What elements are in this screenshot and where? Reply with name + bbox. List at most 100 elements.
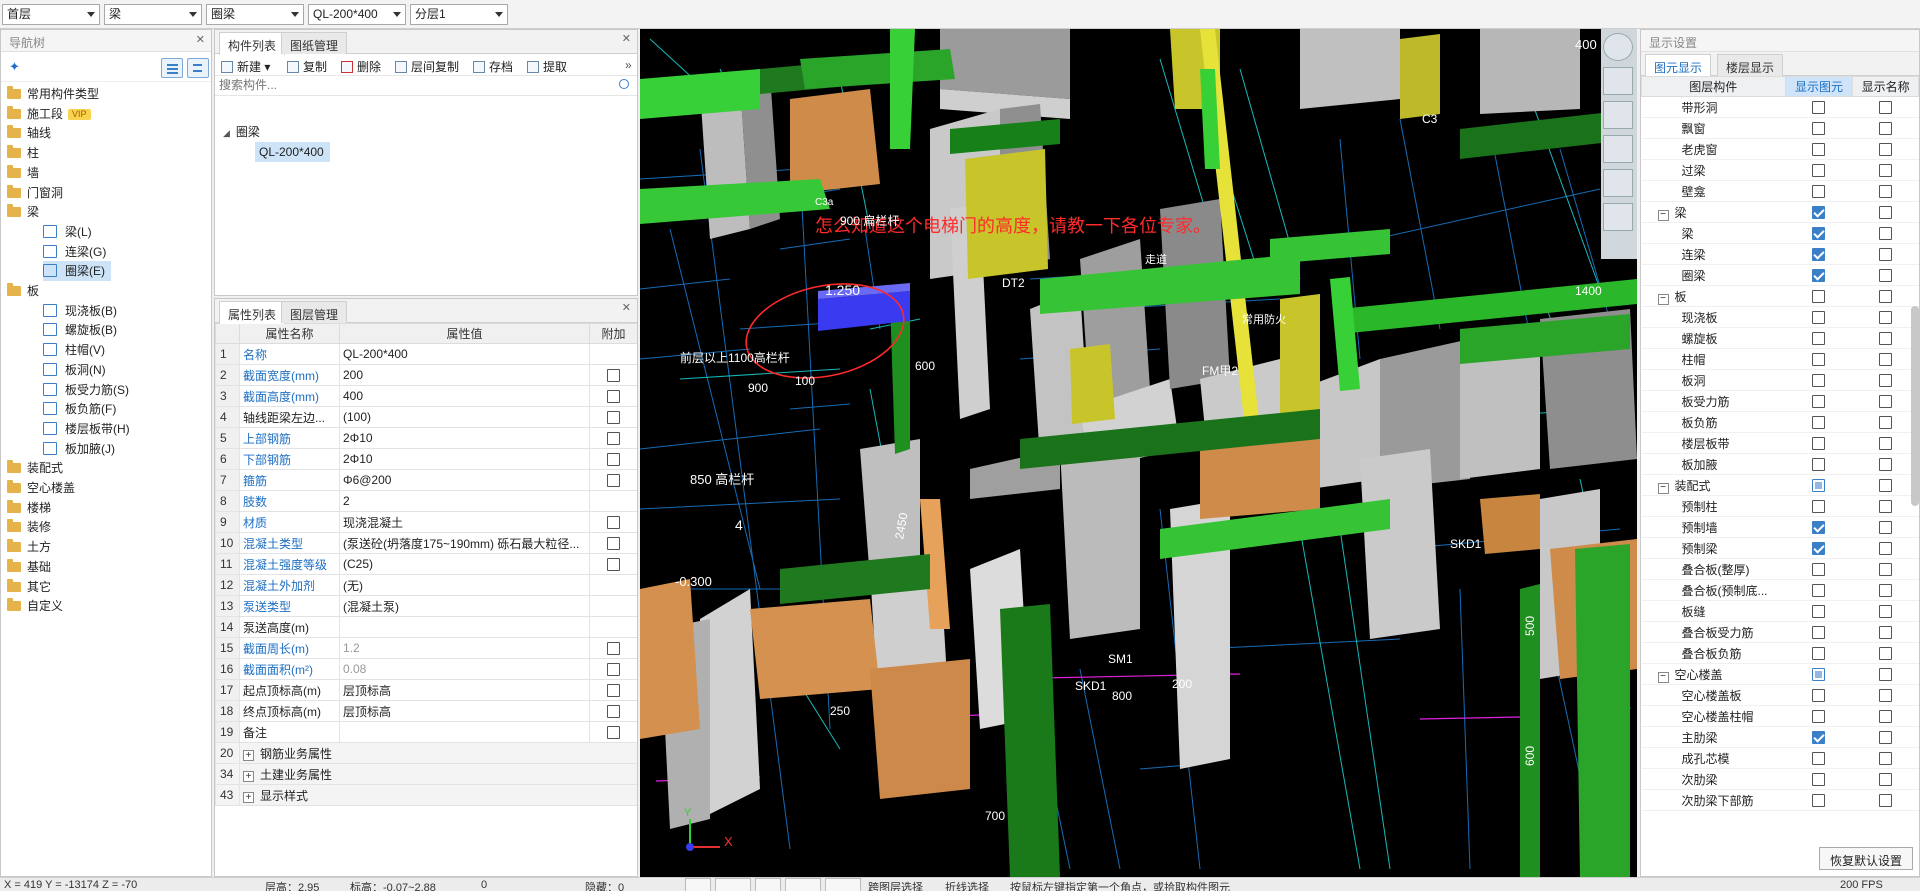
rotate-icon[interactable] [1603,169,1633,197]
nav-item[interactable]: 空心楼盖 [7,478,75,498]
extra-checkbox[interactable] [607,726,620,740]
display-row[interactable]: 成孔芯模 [1641,747,1919,769]
scrollbar-thumb[interactable] [1911,306,1919,506]
delete-button[interactable]: 删除 [341,58,381,75]
display-row[interactable]: 空心楼盖板 [1641,684,1919,706]
display-row[interactable]: 叠合板(预制底... [1641,579,1919,601]
nav-item[interactable]: 基础 [7,557,51,577]
display-row[interactable]: 空心楼盖柱帽 [1641,705,1919,727]
property-value[interactable]: (C25) [339,553,590,575]
show-name-checkbox[interactable] [1879,542,1893,556]
show-element-checkbox[interactable] [1812,248,1826,262]
grid-toggle[interactable] [755,878,781,891]
display-row[interactable]: 过梁 [1641,159,1919,181]
show-element-checkbox[interactable] [1812,647,1826,661]
show-element-checkbox[interactable] [1812,584,1826,598]
property-row[interactable]: 12 混凝土外加剂 (无) [215,574,637,596]
show-name-checkbox[interactable] [1879,206,1893,220]
property-value[interactable]: (泵送砼(坍落度175~190mm) 砾石最大粒径... [339,532,590,554]
property-value[interactable] [339,616,590,638]
extra-checkbox[interactable] [607,453,620,467]
type-select[interactable]: 圈梁 [206,4,304,25]
show-name-checkbox[interactable] [1879,353,1893,367]
show-element-checkbox[interactable] [1812,269,1826,283]
show-name-checkbox[interactable] [1879,626,1893,640]
property-row[interactable]: 19 备注 [215,721,637,743]
more-icon[interactable]: » [625,58,632,72]
property-row[interactable]: 11 混凝土强度等级 (C25) [215,553,637,575]
nav-item[interactable]: 门窗洞 [7,183,63,203]
extra-checkbox[interactable] [607,705,620,719]
dynamic-input-toggle[interactable] [825,878,861,891]
show-element-checkbox[interactable] [1812,206,1826,220]
property-row[interactable]: 17 起点顶标高(m) 层顶标高 [215,679,637,701]
show-name-checkbox[interactable] [1879,311,1893,325]
nav-subitem[interactable]: 现浇板(B) [43,301,117,321]
floor-select[interactable]: 首层 [2,4,100,25]
property-row[interactable]: 5 上部钢筋 2Φ10 [215,427,637,449]
extra-checkbox[interactable] [607,663,620,677]
orbit-icon[interactable] [1603,33,1633,61]
show-name-checkbox[interactable] [1879,668,1893,682]
3d-viewport[interactable]: 怎么知道这个电梯门的高度，请教一下各位专家。 900 扁栏杆 1.250 前层以… [640,29,1637,877]
show-element-checkbox[interactable] [1812,773,1826,787]
show-name-checkbox[interactable] [1879,584,1893,598]
property-row[interactable]: 3 截面高度(mm) 400 [215,385,637,407]
extract-button[interactable]: 提取 [527,58,567,75]
collapse-icon[interactable]: − [1657,482,1669,494]
display-row[interactable]: 次肋梁下部筋 [1641,789,1919,811]
show-name-checkbox[interactable] [1879,500,1893,514]
property-row[interactable]: 9 材质 现浇混凝土 [215,511,637,533]
floor-copy-button[interactable]: 层间复制 [395,58,459,75]
tab-drawing-management[interactable]: 图纸管理 [281,32,348,54]
show-name-checkbox[interactable] [1879,185,1893,199]
collapse-icon[interactable]: ◢ [223,128,230,138]
display-row[interactable]: 板受力筋 [1641,390,1919,412]
property-row[interactable]: 13 泵送类型 (混凝土泵) [215,595,637,617]
nav-subitem[interactable]: 圈梁(E) [43,261,111,282]
component-select[interactable]: QL-200*400 [308,4,406,25]
show-name-checkbox[interactable] [1879,773,1893,787]
display-row[interactable]: 螺旋板 [1641,327,1919,349]
show-name-checkbox[interactable] [1879,731,1893,745]
nav-subitem[interactable]: 板负筋(F) [43,399,116,419]
property-row[interactable]: 4 轴线距梁左边... (100) [215,406,637,428]
tab-layer-management[interactable]: 图层管理 [281,301,348,323]
show-element-checkbox[interactable] [1812,479,1826,493]
property-value[interactable]: 0.08 [339,658,590,680]
header-show-name[interactable]: 显示名称 [1852,76,1919,97]
display-group-row[interactable]: − 空心楼盖 [1641,663,1919,685]
property-row[interactable]: 6 下部钢筋 2Φ10 [215,448,637,470]
show-element-checkbox[interactable] [1812,416,1826,430]
nav-item[interactable]: 其它 [7,577,51,597]
property-value[interactable] [339,721,590,743]
expand-icon[interactable]: + [243,791,254,803]
show-element-checkbox[interactable] [1812,353,1826,367]
property-value[interactable]: 2Φ10 [339,427,590,449]
polyline-select-button[interactable]: 折线选择 [945,879,989,891]
property-value[interactable]: (100) [339,406,590,428]
display-row[interactable]: 板缝 [1641,600,1919,622]
property-row[interactable]: 15 截面周长(m) 1.2 [215,637,637,659]
show-name-checkbox[interactable] [1879,794,1893,808]
show-element-checkbox[interactable] [1812,521,1826,535]
extra-checkbox[interactable] [607,390,620,404]
show-element-checkbox[interactable] [1812,101,1826,115]
copy-button[interactable]: 复制 [287,58,327,75]
show-element-checkbox[interactable] [1812,332,1826,346]
show-name-checkbox[interactable] [1879,416,1893,430]
nav-item[interactable]: 梁 [7,202,39,222]
show-name-checkbox[interactable] [1879,290,1893,304]
property-row[interactable]: 2 截面宽度(mm) 200 [215,364,637,386]
show-name-checkbox[interactable] [1879,395,1893,409]
show-element-checkbox[interactable] [1812,794,1826,808]
nav-subitem[interactable]: 螺旋板(B) [43,320,117,340]
tab-component-list[interactable]: 构件列表 [219,32,286,55]
display-row[interactable]: 梁 [1641,222,1919,244]
component-tree-root[interactable]: ◢ 圈梁 [223,122,260,142]
show-name-checkbox[interactable] [1879,374,1893,388]
show-name-checkbox[interactable] [1879,101,1893,115]
show-element-checkbox[interactable] [1812,374,1826,388]
show-name-checkbox[interactable] [1879,227,1893,241]
nav-subitem[interactable]: 板洞(N) [43,360,106,380]
